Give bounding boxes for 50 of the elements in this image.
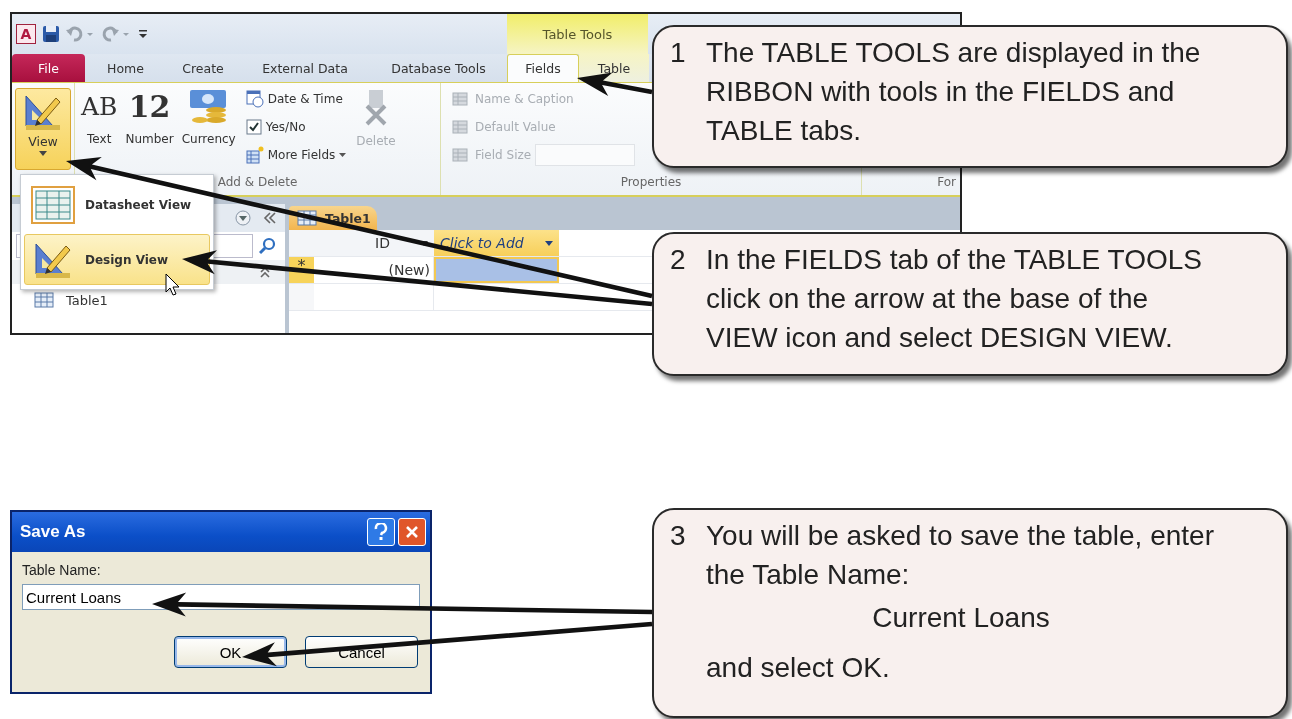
field-type-button[interactable]: 12 Number [123,88,176,146]
ribbon-tab[interactable]: Home [85,54,166,82]
step-number: 1 [670,36,687,70]
field-label: Table Name: [22,562,102,578]
view-button[interactable]: View [15,88,71,170]
app-logo: A [16,24,36,44]
callout-text: You will be asked to save the table, enter the Table Name: [706,519,1215,593]
customize-menu-icon[interactable] [138,27,148,41]
save-icon[interactable] [42,25,60,43]
property-icon [451,89,471,108]
dialog-title: Save As [20,522,87,542]
property-icon [451,145,471,164]
group-title: For [936,175,957,191]
field-type-button[interactable]: AB Text [79,88,120,146]
collapse-group-icon[interactable] [259,266,271,278]
ribbon-tab[interactable]: Create [166,54,240,82]
new-record-marker: * [297,259,306,273]
field-type-button[interactable]: Yes/No [245,116,347,137]
group-title: Add & Delete [216,175,299,191]
group-title: Properties [619,175,683,191]
field-type-button[interactable]: More Fields [245,144,347,165]
property-icon [451,117,471,136]
help-button[interactable] [367,518,395,546]
search-icon[interactable] [259,237,277,255]
field-type-button[interactable]: Date & Time [245,88,347,109]
close-icon [405,525,419,539]
ribbon-tab[interactable]: Database Tools [370,54,507,82]
step-number: 3 [670,519,687,553]
menu-item[interactable]: Datasheet View [24,179,210,230]
contextual-tab-group-label: Table Tools [507,14,648,54]
calendar-clock-icon [245,89,264,108]
ribbon-tab[interactable]: File [12,54,85,82]
table-sparkle-icon [245,145,264,164]
table-icon [34,292,54,308]
callout-text: Current Loans [871,601,1051,636]
checkbox-icon [245,118,262,135]
callout-text: and select OK. [705,650,891,685]
close-button[interactable] [398,518,426,546]
menu-item[interactable]: Design View [24,234,210,285]
field-type-button[interactable]: Currency [179,88,238,146]
ribbon-tab[interactable]: External Data [240,54,370,82]
question-mark-icon [374,523,388,541]
ribbon-tab[interactable]: Fields [507,54,579,82]
callout-text: In the FIELDS tab of the TABLE TOOLS click on the arrow at the base of the VIEW icon and select DESIGN VIEW. [706,243,1203,356]
callout-text: The TABLE TOOLS are displayed in the RIBBON with tools in the FIELDS and TABLE tabs. [706,36,1202,149]
step-number: 2 [670,243,687,277]
datasheet-icon [31,185,75,224]
collapse-pane-icon[interactable] [263,212,277,224]
ribbon-tab[interactable]: Table [579,54,649,82]
dropdown-circle-icon[interactable] [235,210,251,226]
